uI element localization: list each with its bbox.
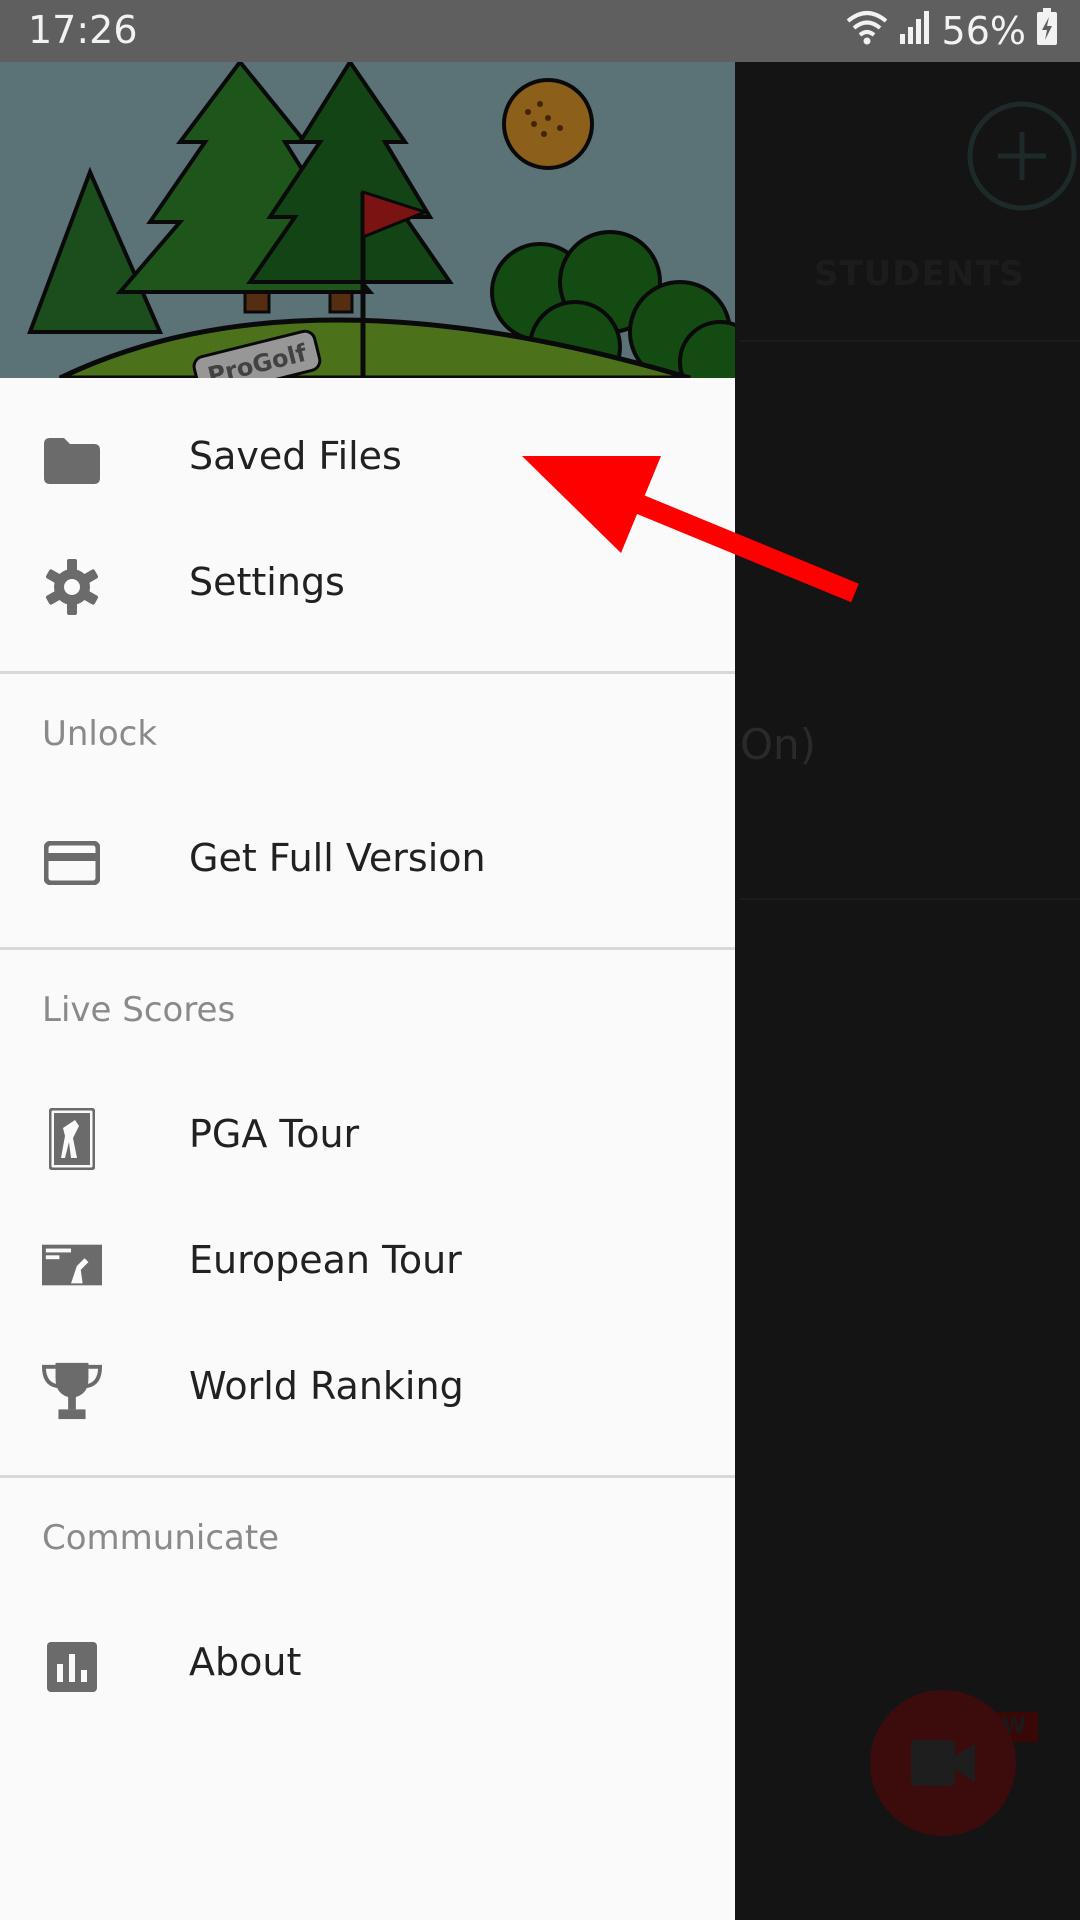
divider	[0, 671, 735, 674]
navigation-drawer: ProGolf Saved Files Settings Un	[0, 62, 735, 1920]
folder-icon	[42, 431, 102, 491]
drawer-header-illustration: ProGolf	[0, 62, 735, 378]
menu-item-label: European Tour	[189, 1238, 462, 1282]
menu-item-about[interactable]: About	[0, 1604, 735, 1730]
video-camera-icon	[911, 1740, 975, 1786]
menu-item-european-tour[interactable]: European Tour	[0, 1202, 735, 1328]
menu-item-label: About	[189, 1640, 302, 1684]
status-time: 17:26	[28, 8, 138, 52]
menu-item-label: World Ranking	[189, 1364, 464, 1408]
record-video-button	[870, 1690, 1016, 1836]
status-icons: 56%	[846, 7, 1058, 55]
divider	[0, 947, 735, 950]
battery-charging-icon	[1036, 7, 1058, 55]
status-bar: 17:26 56%	[0, 0, 1080, 62]
divider	[740, 898, 1080, 900]
add-icon	[967, 101, 1077, 211]
menu-item-label: Get Full Version	[189, 836, 486, 880]
menu-item-get-full-version[interactable]: Get Full Version	[0, 800, 735, 926]
menu-item-label: Settings	[189, 560, 345, 604]
signal-icon	[898, 9, 932, 53]
bar-chart-icon	[42, 1637, 102, 1697]
credit-card-icon	[42, 833, 102, 893]
section-header-unlock: Unlock	[42, 714, 158, 754]
menu-item-pga-tour[interactable]: PGA Tour	[0, 1076, 735, 1202]
wifi-icon	[846, 9, 888, 54]
menu-item-label: PGA Tour	[189, 1112, 360, 1156]
trophy-icon	[42, 1361, 102, 1421]
tab-students: STUDENTS	[814, 254, 1025, 294]
divider	[0, 1475, 735, 1478]
gear-icon	[42, 557, 102, 617]
pga-tour-logo-icon	[42, 1108, 102, 1170]
menu-item-label: Saved Files	[189, 434, 402, 478]
menu-item-world-ranking[interactable]: World Ranking	[0, 1328, 735, 1454]
section-header-live-scores: Live Scores	[42, 990, 236, 1030]
section-header-communicate: Communicate	[42, 1518, 280, 1558]
menu-item-settings[interactable]: Settings	[0, 524, 735, 650]
divider	[740, 340, 1080, 342]
battery-text: 56%	[941, 9, 1026, 53]
european-tour-logo-icon	[42, 1235, 102, 1295]
background-partial-text: On)	[740, 720, 817, 769]
menu-item-saved-files[interactable]: Saved Files	[0, 398, 735, 524]
